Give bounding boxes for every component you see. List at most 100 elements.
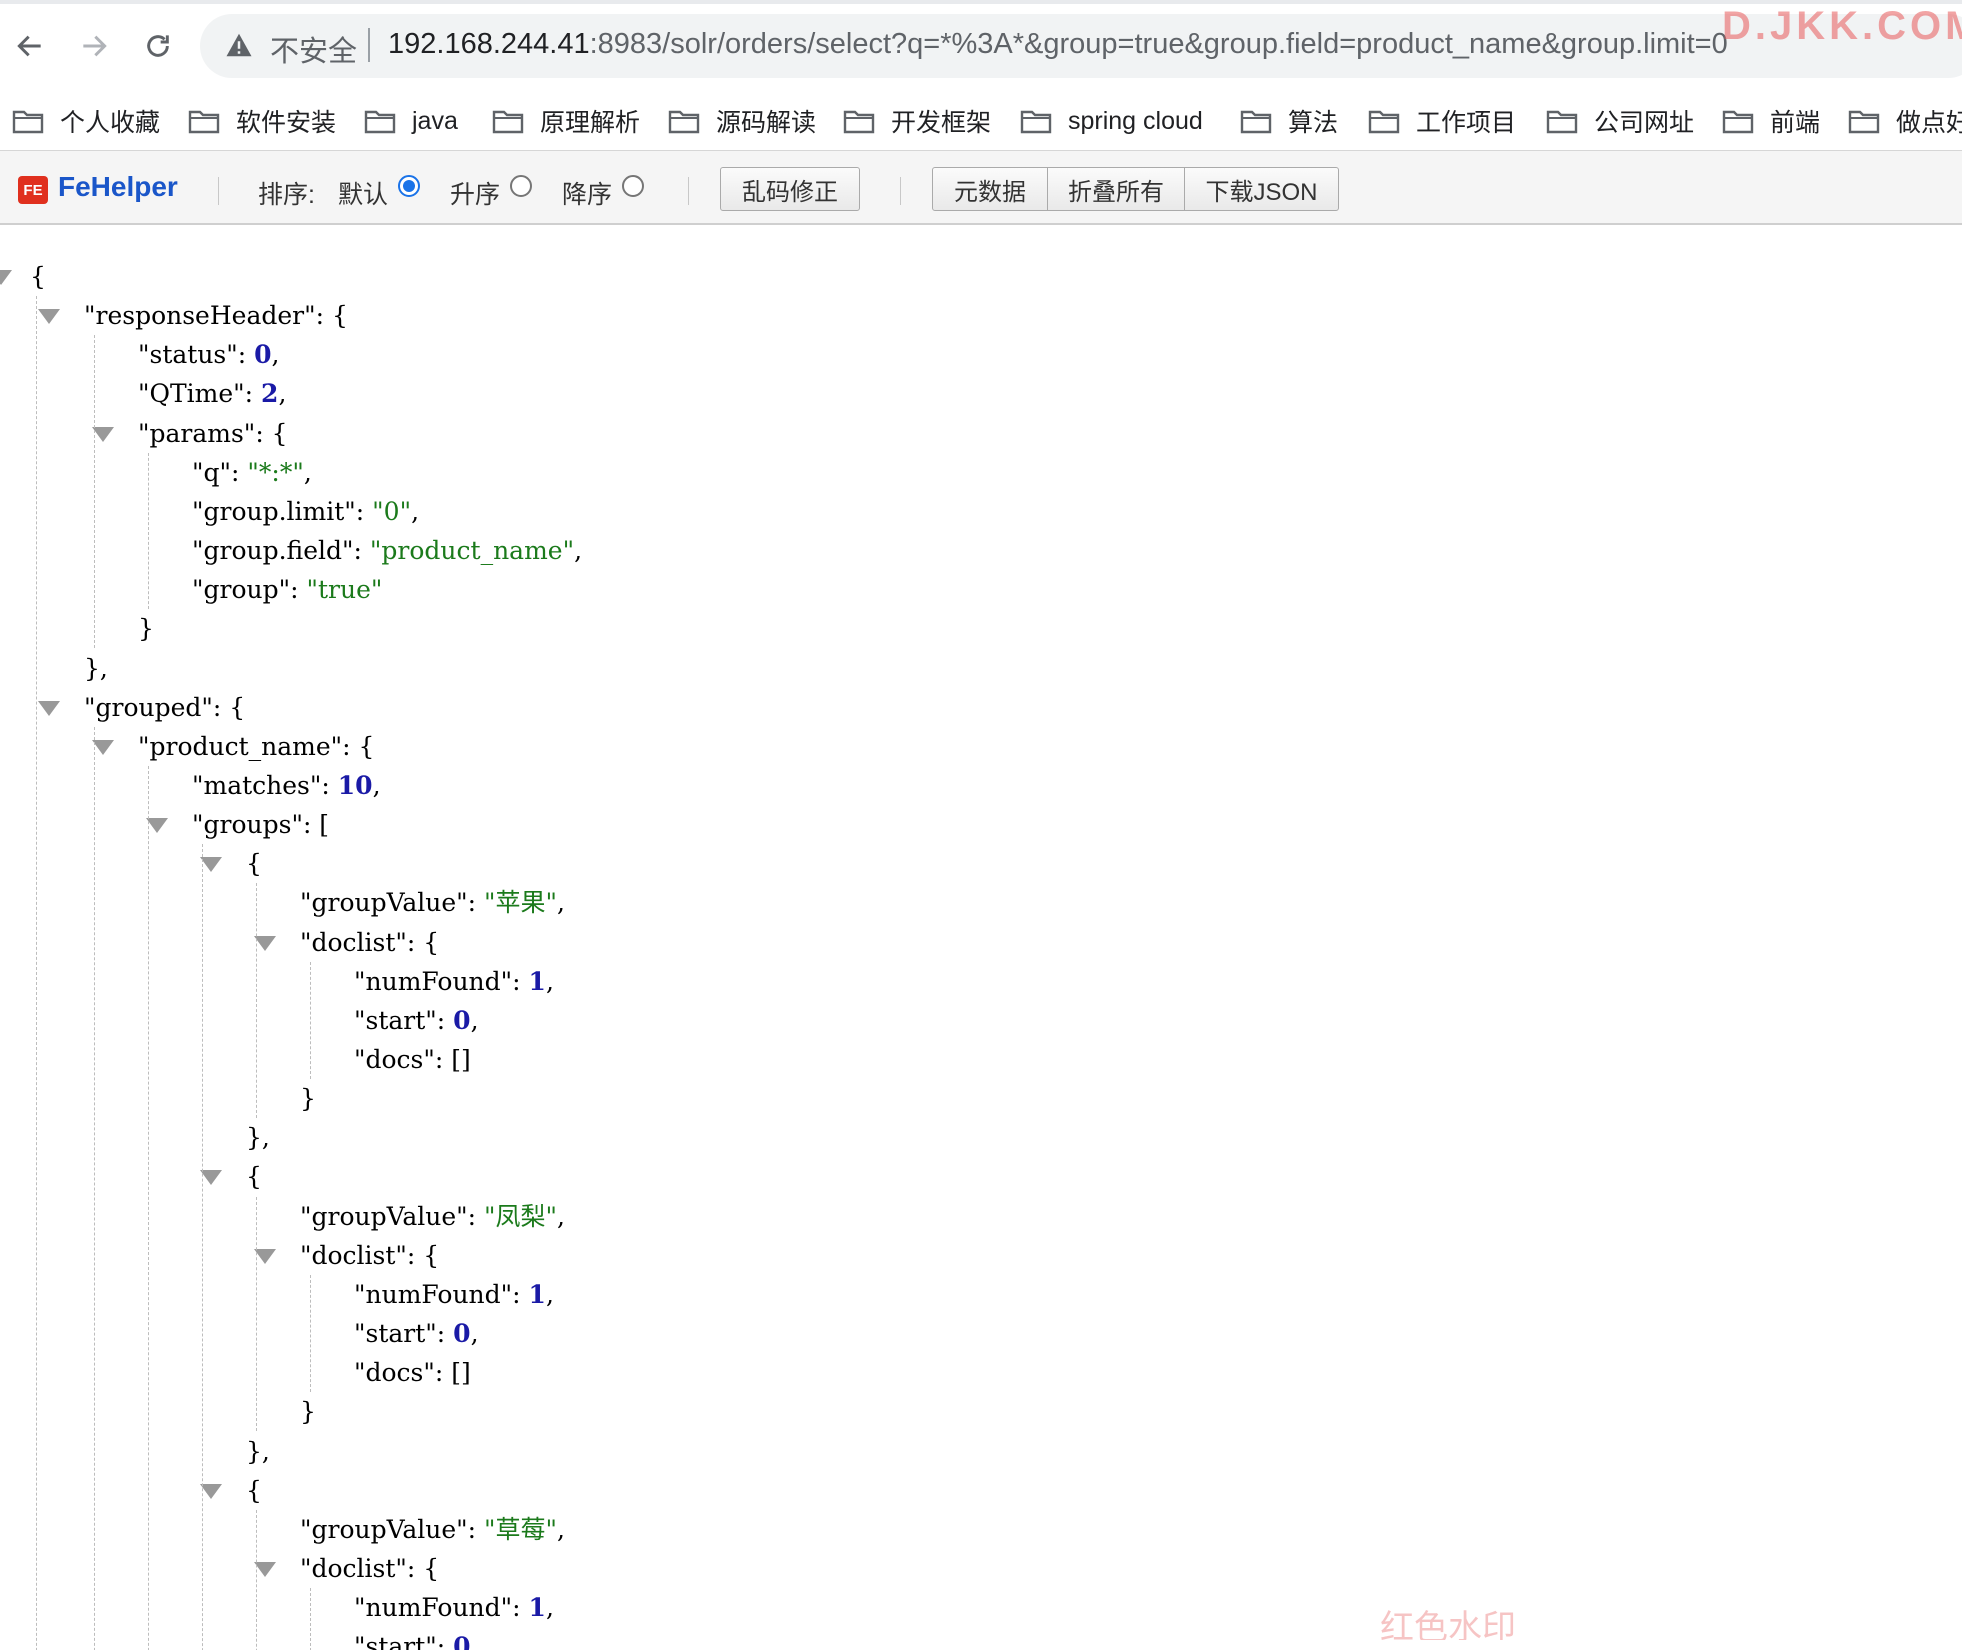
collapse-toggle-icon[interactable] bbox=[92, 426, 114, 442]
json-line: "responseHeader": { bbox=[84, 296, 348, 336]
json-punctuation: , bbox=[557, 1514, 565, 1544]
json-line: "groupValue": "苹果", bbox=[300, 883, 565, 923]
bookmark-label: 前端 bbox=[1770, 109, 1821, 137]
metadata-button[interactable]: 元数据 bbox=[932, 167, 1048, 211]
bookmark-item[interactable]: 工作项目 bbox=[1368, 100, 1516, 142]
json-punctuation: , bbox=[545, 1593, 554, 1623]
json-punctuation: : bbox=[355, 496, 373, 526]
collapse-toggle-icon[interactable] bbox=[254, 1561, 276, 1577]
json-key: "numFound" bbox=[354, 966, 513, 996]
browser-toolbar: 不安全 192.168.244.41:8983/solr/orders/sele… bbox=[0, 0, 1962, 96]
collapse-toggle-icon[interactable] bbox=[38, 309, 60, 325]
collapse-toggle-icon[interactable] bbox=[254, 935, 276, 951]
sort-desc-radio[interactable] bbox=[622, 175, 644, 197]
collapse-toggle-icon[interactable] bbox=[254, 1248, 276, 1264]
json-string-value: "凤梨" bbox=[484, 1201, 558, 1231]
json-punctuation: : [] bbox=[434, 1358, 471, 1388]
bookmark-item[interactable]: java bbox=[364, 100, 458, 142]
download-json-button[interactable]: 下载JSON bbox=[1184, 167, 1339, 211]
json-line: "numFound": 1, bbox=[354, 962, 554, 1002]
json-punctuation: : bbox=[237, 340, 255, 370]
bookmark-label: spring cloud bbox=[1068, 106, 1203, 135]
bookmark-item[interactable]: 源码解读 bbox=[668, 100, 816, 142]
fehelper-logo: FE bbox=[18, 176, 48, 204]
json-line: "groupValue": "草莓", bbox=[300, 1510, 565, 1550]
back-button[interactable] bbox=[2, 18, 58, 74]
warning-icon[interactable] bbox=[224, 30, 254, 60]
collapse-toggle-icon[interactable] bbox=[38, 700, 60, 716]
json-line: "start": 0, bbox=[354, 1627, 479, 1650]
bookmark-item[interactable]: 做点好 bbox=[1848, 100, 1962, 142]
json-punctuation: } bbox=[300, 1084, 316, 1114]
json-line: "groups": [ bbox=[192, 805, 329, 845]
bookmark-item[interactable]: 开发框架 bbox=[843, 100, 991, 142]
sort-asc-label[interactable]: 升序 bbox=[450, 175, 500, 211]
bookmark-item[interactable]: spring cloud bbox=[1020, 100, 1203, 142]
json-key: "start" bbox=[354, 1632, 437, 1650]
json-number-value: 0 bbox=[453, 1005, 471, 1035]
json-punctuation: : { bbox=[255, 418, 288, 448]
json-line: "doclist": { bbox=[300, 923, 439, 963]
json-line: "docs": [] bbox=[354, 1353, 471, 1393]
json-punctuation: }, bbox=[246, 1436, 270, 1466]
sort-asc-radio[interactable] bbox=[510, 175, 532, 197]
json-line: "matches": 10, bbox=[192, 766, 381, 806]
json-line: { bbox=[246, 1471, 262, 1511]
collapse-toggle-icon[interactable] bbox=[0, 270, 12, 285]
reload-button[interactable] bbox=[130, 18, 186, 74]
json-punctuation: : bbox=[436, 1005, 454, 1035]
fix-garbled-button[interactable]: 乱码修正 bbox=[720, 167, 860, 211]
insecure-label[interactable]: 不安全 bbox=[270, 28, 357, 70]
collapse-toggle-icon[interactable] bbox=[200, 1483, 222, 1499]
json-line: "params": { bbox=[138, 414, 288, 454]
bookmark-item[interactable]: 原理解析 bbox=[492, 100, 640, 142]
json-punctuation: } bbox=[138, 614, 154, 644]
collapse-toggle-icon[interactable] bbox=[200, 1170, 222, 1186]
json-line: "group": "true" bbox=[192, 570, 382, 610]
arrow-left-icon bbox=[17, 35, 41, 57]
sort-default-label[interactable]: 默认 bbox=[338, 175, 388, 211]
json-punctuation: , bbox=[372, 770, 381, 800]
collapse-toggle-icon[interactable] bbox=[146, 818, 168, 834]
bookmark-item[interactable]: 公司网址 bbox=[1546, 100, 1694, 142]
json-punctuation: , bbox=[545, 1279, 554, 1309]
folder-icon bbox=[1546, 110, 1578, 134]
collapse-toggle-icon[interactable] bbox=[200, 857, 222, 873]
json-line: }, bbox=[246, 1118, 270, 1158]
json-number-value: 0 bbox=[254, 340, 272, 370]
indent-guide bbox=[94, 726, 95, 1650]
bookmark-item[interactable]: 个人收藏 bbox=[12, 100, 160, 142]
json-string-value: "*:*" bbox=[247, 457, 304, 487]
json-key: "matches" bbox=[192, 770, 322, 800]
folder-icon bbox=[1020, 110, 1052, 134]
forward-button[interactable] bbox=[66, 18, 122, 74]
collapse-toggle-icon[interactable] bbox=[92, 739, 114, 755]
sort-desc-label[interactable]: 降序 bbox=[562, 175, 612, 211]
folder-icon bbox=[12, 110, 44, 134]
json-punctuation: : bbox=[467, 1201, 485, 1231]
json-key: "doclist" bbox=[300, 1240, 407, 1270]
watermark-top: D.JKK.COM bbox=[1722, 4, 1962, 48]
json-number-value: 1 bbox=[528, 1279, 546, 1309]
bookmark-item[interactable]: 算法 bbox=[1240, 100, 1338, 142]
json-punctuation: { bbox=[246, 1162, 262, 1192]
json-punctuation: }, bbox=[84, 653, 108, 683]
json-key: "docs" bbox=[354, 1045, 435, 1074]
json-punctuation: : { bbox=[406, 927, 440, 957]
json-punctuation: , bbox=[574, 536, 583, 566]
json-punctuation: : bbox=[512, 1279, 529, 1309]
json-punctuation: , bbox=[271, 340, 280, 370]
bookmark-item[interactable]: 软件安装 bbox=[188, 100, 336, 142]
json-key: "responseHeader" bbox=[84, 301, 316, 331]
bookmark-label: 工作项目 bbox=[1416, 109, 1517, 137]
json-punctuation: }, bbox=[246, 1123, 270, 1153]
collapse-all-button[interactable]: 折叠所有 bbox=[1047, 167, 1185, 211]
sort-default-radio[interactable] bbox=[398, 175, 420, 197]
json-key: "QTime" bbox=[138, 379, 245, 409]
json-key: "params" bbox=[138, 418, 256, 448]
json-key: "docs" bbox=[354, 1358, 435, 1388]
address-bar[interactable]: 不安全 192.168.244.41:8983/solr/orders/sele… bbox=[200, 14, 1962, 78]
folder-icon bbox=[188, 110, 220, 134]
indent-guide bbox=[310, 1274, 311, 1393]
bookmark-item[interactable]: 前端 bbox=[1722, 100, 1820, 142]
